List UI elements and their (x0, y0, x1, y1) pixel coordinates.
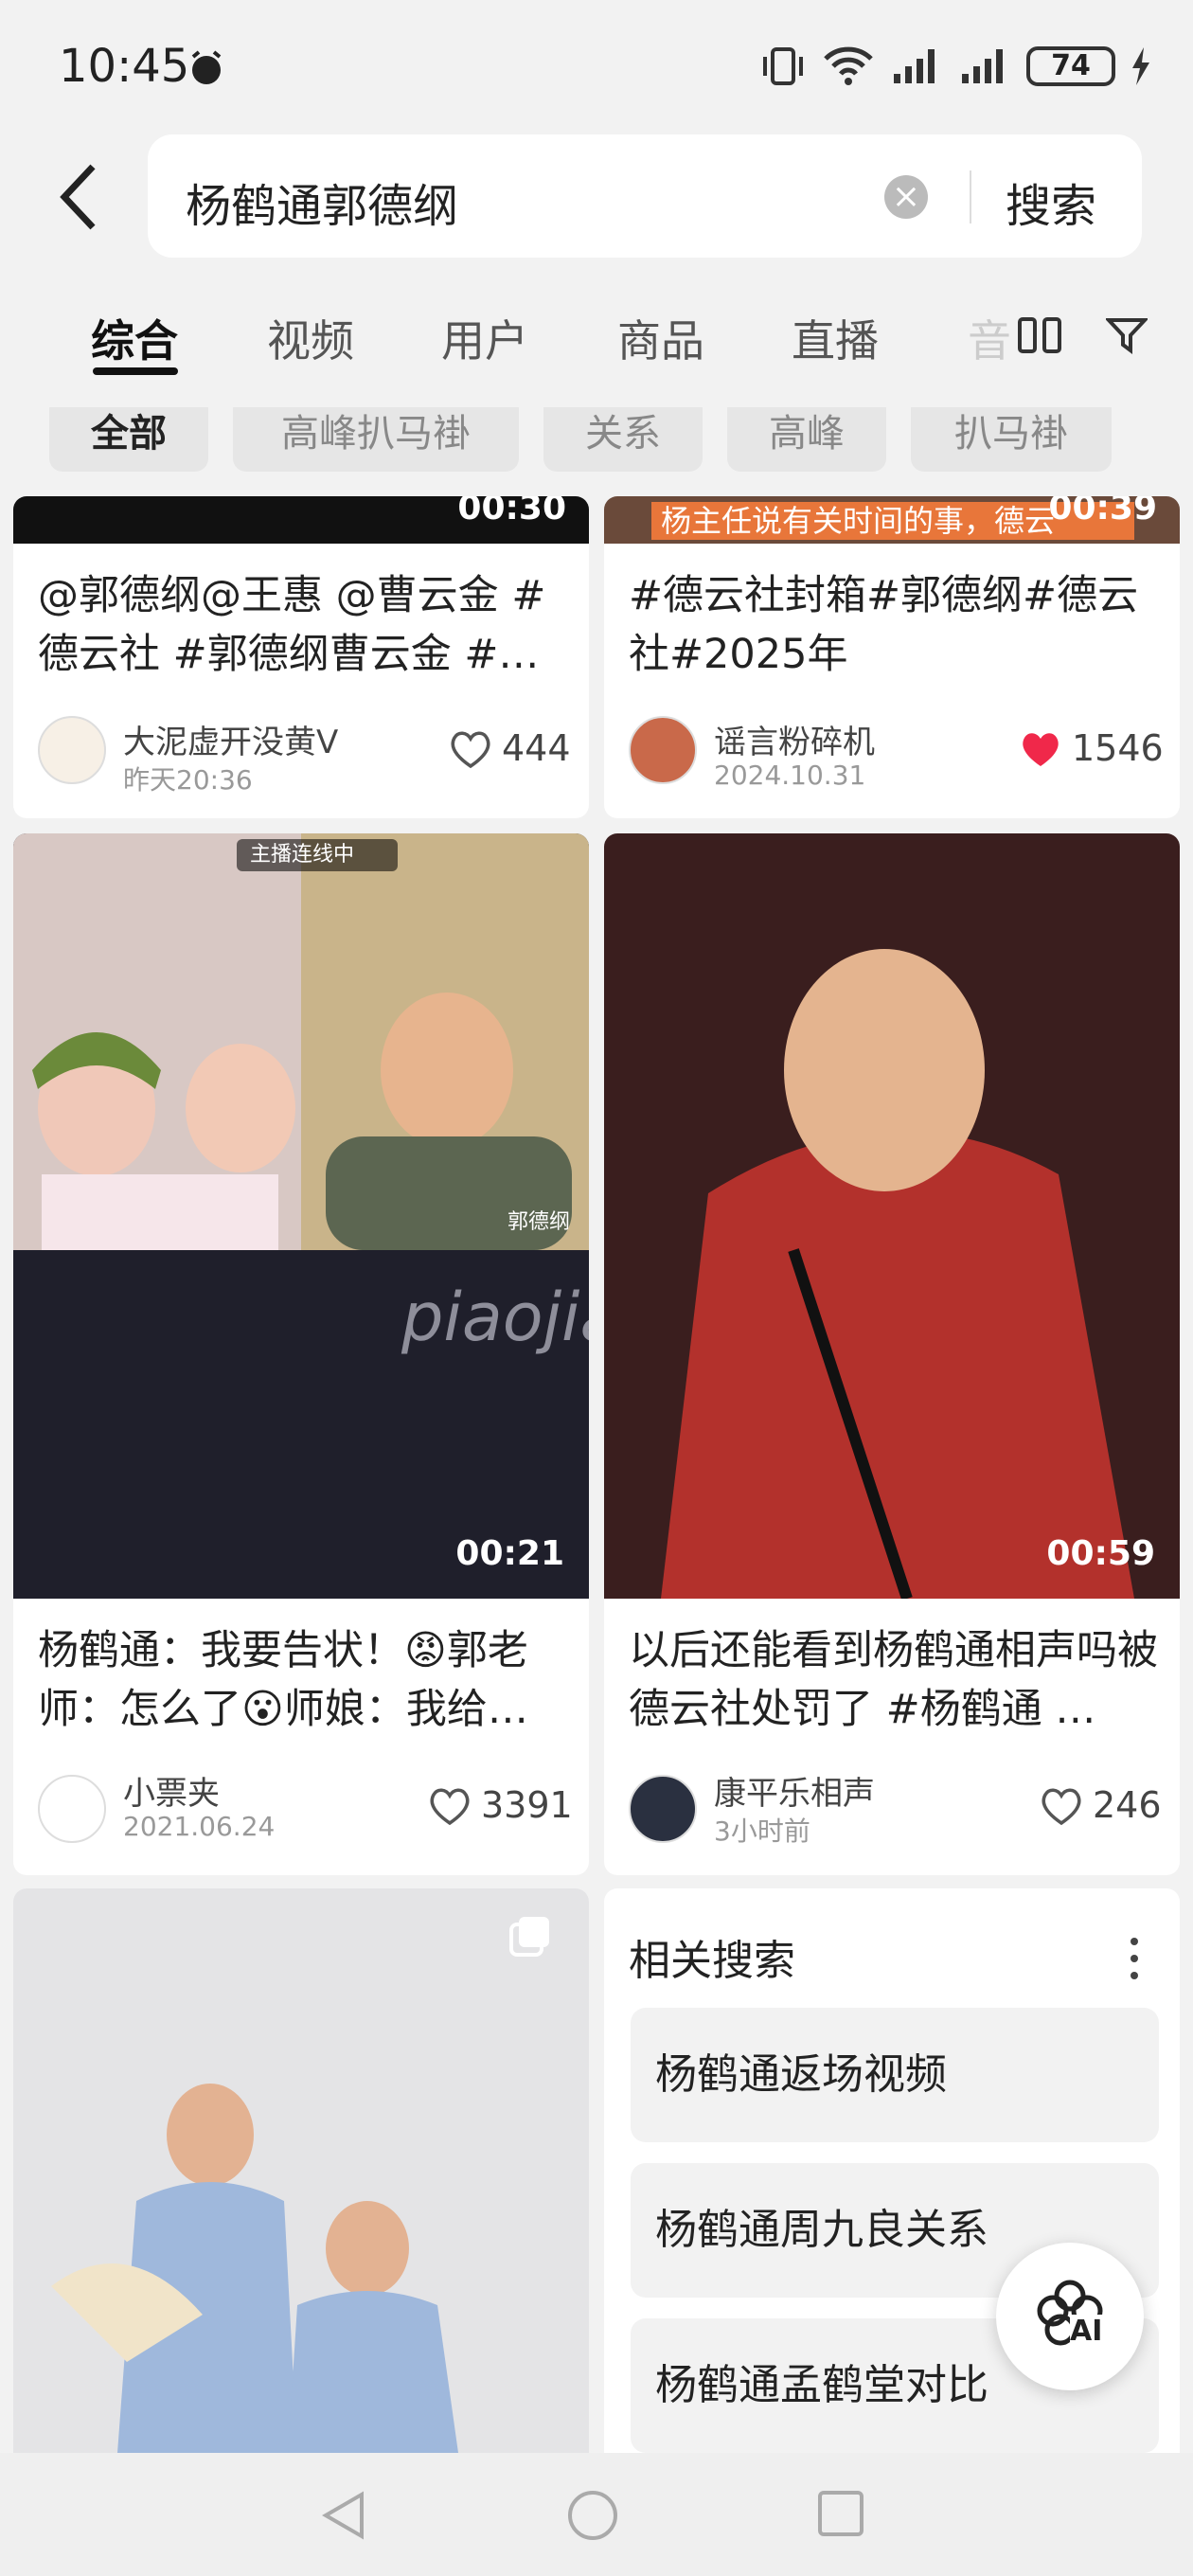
heart-filled-icon[interactable] (1019, 729, 1062, 773)
chip-gaofeng[interactable]: 高峰 (727, 407, 886, 472)
status-icons: 74 (759, 45, 1151, 87)
search-box[interactable]: 杨鹤通郭德纲 × 搜索 (148, 134, 1142, 258)
gallery-icon (507, 1913, 553, 1962)
post-date: 2024.10.31 (714, 760, 866, 791)
avatar[interactable] (38, 1775, 106, 1843)
heart-icon[interactable] (1040, 1786, 1083, 1830)
thumbnail-illustration (32, 993, 572, 1250)
author-name[interactable]: 大泥虚开没黄V (123, 716, 338, 762)
ai-label: AI (1070, 2315, 1103, 2348)
post-date: 3小时前 (714, 1816, 810, 1847)
video-title: #德云社封箱#郭德纲#德云社#2025年 (629, 572, 1139, 678)
image-card[interactable] (13, 1888, 589, 2453)
video-title: @郭德纲@王惠 @曹云金 #德云社 #郭德纲曹云金 #… (38, 572, 546, 678)
like-count: 3391 (481, 1784, 573, 1826)
search-button[interactable]: 搜索 (1006, 169, 1096, 235)
thumbnail-illustration (661, 949, 1134, 1599)
clear-icon[interactable]: × (884, 175, 928, 219)
signal-icon (894, 49, 935, 83)
chip-gaofeng-pamagua[interactable]: 高峰扒马褂 (233, 407, 519, 472)
video-card[interactable]: 00:59 以后还能看到杨鹤通相声吗被德云社处罚了 #杨鹤通 … 康平乐相声 3… (604, 833, 1180, 1875)
tab-bar: 综合 视频 用户 商品 直播 音 (0, 284, 1193, 407)
video-thumbnail: 主播连线中 郭德纲 piaojia (13, 833, 589, 1599)
tab-user[interactable]: 用户 (441, 307, 528, 369)
related-title: 相关搜索 (629, 1937, 795, 1985)
watermark: piaojia (401, 1279, 589, 1356)
live-link-badge: 主播连线中 (237, 839, 398, 871)
layout-toggle-icon[interactable] (1017, 316, 1062, 358)
search-input[interactable]: 杨鹤通郭德纲 (186, 169, 458, 235)
video-duration: 00:30 (457, 496, 566, 528)
like-count: 1546 (1072, 727, 1164, 769)
more-icon[interactable] (1131, 1936, 1138, 1981)
heart-icon[interactable] (428, 1786, 472, 1830)
tab-live[interactable]: 直播 (792, 307, 879, 369)
post-date: 2021.06.24 (123, 1811, 276, 1842)
name-tag: 郭德纲 (507, 1210, 571, 1234)
author-name[interactable]: 康平乐相声 (714, 1767, 875, 1814)
thumbnail-illustration (51, 2084, 458, 2453)
ai-assistant-button[interactable]: AI (996, 2243, 1144, 2390)
like-count: 246 (1093, 1784, 1162, 1826)
filter-chips: 全部 高峰扒马褂 关系 高峰 扒马褂 (0, 407, 1193, 483)
vibrate-icon (763, 47, 803, 85)
video-title: 杨鹤通：我要告状！😡郭老师：怎么了😮师娘：我给… (38, 1627, 528, 1733)
author-name[interactable]: 小票夹 (123, 1767, 220, 1814)
tab-video[interactable]: 视频 (267, 307, 354, 369)
video-duration: 00:39 (1048, 496, 1157, 528)
video-duration: 00:21 (455, 1534, 564, 1573)
nav-recents-icon[interactable] (816, 2489, 865, 2538)
author-name[interactable]: 谣言粉碎机 (714, 716, 875, 762)
video-title: 以后还能看到杨鹤通相声吗被德云社处罚了 #杨鹤通 … (629, 1627, 1158, 1733)
alarm-icon (186, 47, 227, 93)
status-bar: 10:45 74 (0, 0, 1193, 133)
chip-pamagua[interactable]: 扒马褂 (911, 407, 1112, 472)
filter-icon[interactable] (1104, 316, 1149, 358)
wifi-icon (824, 46, 873, 85)
search-divider (970, 170, 971, 224)
back-button[interactable] (55, 159, 112, 235)
related-item[interactable]: 杨鹤通返场视频 (631, 2008, 1159, 2142)
video-card[interactable]: 00:30 @郭德纲@王惠 @曹云金 #德云社 #郭德纲曹云金 #… 大泥虚开没… (13, 496, 589, 818)
video-card[interactable]: 杨主任说有关时间的事，德云 00:39 #德云社封箱#郭德纲#德云社#2025年… (604, 496, 1180, 818)
video-card[interactable]: 主播连线中 郭德纲 piaojia 00:21 杨鹤通：我要告状！😡郭老师：怎么… (13, 833, 589, 1875)
nav-back-icon[interactable] (318, 2489, 371, 2542)
like-count: 444 (502, 727, 571, 769)
avatar[interactable] (38, 716, 106, 784)
image-thumbnail (13, 1888, 589, 2453)
tab-music[interactable]: 音 (968, 307, 1011, 369)
status-time: 10:45 (59, 40, 190, 93)
chip-all[interactable]: 全部 (49, 407, 208, 472)
tab-all[interactable]: 综合 (91, 307, 178, 369)
video-thumbnail (604, 833, 1180, 1599)
nav-home-icon[interactable] (566, 2489, 619, 2542)
avatar[interactable] (629, 716, 697, 784)
system-nav-bar (0, 2453, 1193, 2576)
signal-icon-2 (962, 49, 1003, 83)
charging-icon (1132, 47, 1149, 85)
video-duration: 00:59 (1046, 1534, 1155, 1573)
chip-relation[interactable]: 关系 (543, 407, 703, 472)
post-date: 昨天20:36 (123, 764, 253, 796)
tab-underline (93, 367, 178, 375)
tab-goods[interactable]: 商品 (617, 307, 704, 369)
battery-level: 74 (1026, 46, 1115, 86)
heart-icon[interactable] (449, 729, 492, 773)
avatar[interactable] (629, 1775, 697, 1843)
